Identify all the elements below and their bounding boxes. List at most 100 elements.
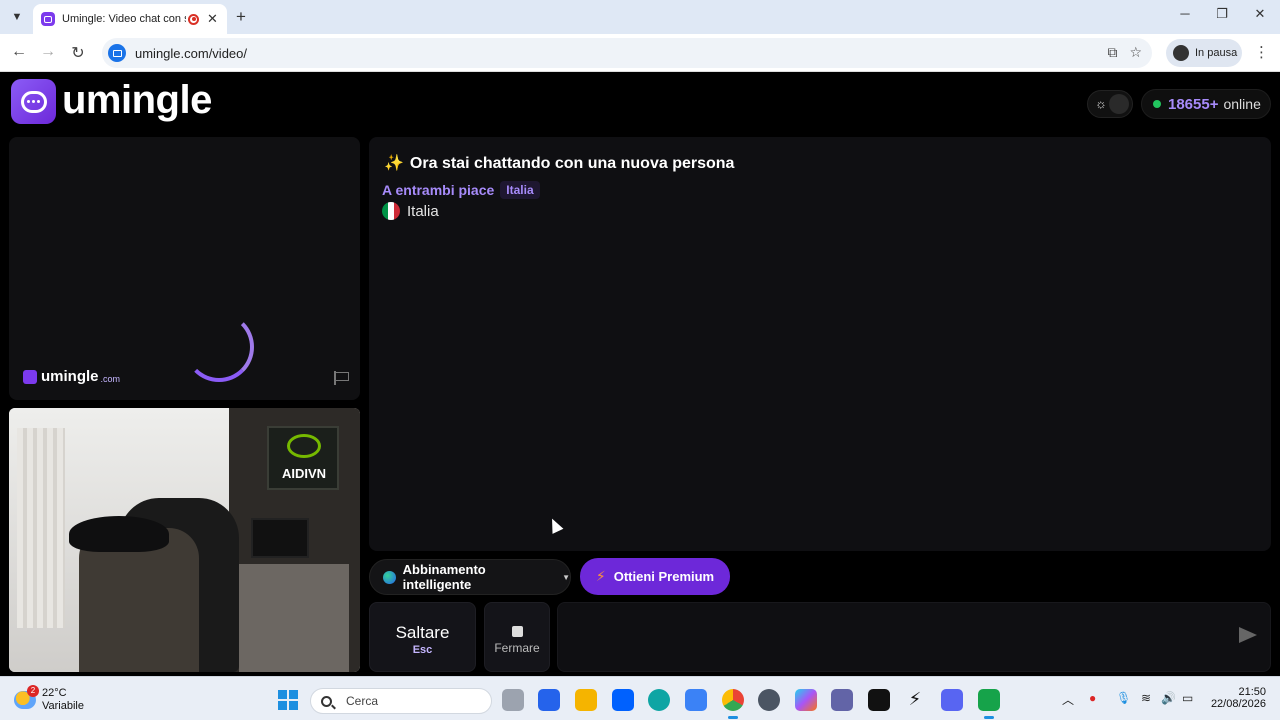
windows-taskbar: 2 22°C Variabile Cerca ⚡ ︿ ● 🎙 ≋ 🔊 ▭ 21:… xyxy=(0,676,1280,720)
chat-status-text: Ora stai chattando con una nuova persona xyxy=(409,155,735,172)
video-wall-panel: AIDIVN xyxy=(229,408,360,672)
url-text: umingle.com/video/ xyxy=(135,45,247,61)
wifi-icon[interactable]: ≋ xyxy=(1141,691,1151,705)
toggle-knob xyxy=(1109,94,1129,114)
watermark-text: umingle xyxy=(41,368,99,385)
profile-avatar xyxy=(1173,45,1189,61)
weather-widget[interactable]: 2 22°C Variabile xyxy=(14,685,84,713)
matching-mode-dropdown[interactable]: Abbinamento intelligente ▼ xyxy=(369,559,571,595)
camera-in-use-icon[interactable] xyxy=(108,44,126,62)
browser-menu-icon[interactable]: ⋮ xyxy=(1254,43,1269,61)
forward-arrow-icon[interactable]: → xyxy=(38,43,58,61)
volume-icon[interactable]: 🔊 xyxy=(1161,691,1176,705)
discord-icon[interactable] xyxy=(941,689,963,711)
lightning-icon: ⚡ xyxy=(595,568,606,584)
search-icon xyxy=(321,695,332,707)
system-clock[interactable]: 21:50 22/08/2026 xyxy=(1206,686,1266,710)
edge-icon[interactable] xyxy=(648,689,670,711)
sun-icon: ☼ xyxy=(1095,96,1107,111)
theme-toggle[interactable]: ☼ xyxy=(1087,90,1133,118)
globe-icon xyxy=(383,570,396,584)
microphone-icon[interactable]: 🎙 xyxy=(1116,691,1131,705)
close-window-icon[interactable]: ✕ xyxy=(1250,6,1270,22)
copilot-icon[interactable] xyxy=(795,689,817,711)
wall-sign: AIDIVN xyxy=(267,426,339,490)
profile-button[interactable]: In pausa xyxy=(1166,39,1242,67)
stop-button[interactable]: Fermare xyxy=(484,602,550,672)
tray-overflow-chevron-icon[interactable]: ︿ xyxy=(1062,691,1074,708)
maximize-icon[interactable]: ❐ xyxy=(1212,6,1232,22)
sparkles-icon: ✨ xyxy=(384,155,404,172)
outlook-icon[interactable] xyxy=(538,689,560,711)
sign-text: AIDIVN xyxy=(281,466,327,481)
translate-icon[interactable]: ⧉ xyxy=(1107,44,1117,61)
weather-badge: 2 xyxy=(27,685,39,697)
microsoft-store-icon[interactable] xyxy=(685,689,707,711)
weather-condition: Variabile xyxy=(42,700,84,712)
reload-icon[interactable]: ↻ xyxy=(68,43,88,63)
video-person-cap xyxy=(69,516,169,552)
send-icon[interactable] xyxy=(1239,627,1257,643)
partner-country: Italia xyxy=(382,202,439,220)
minimize-icon[interactable]: ─ xyxy=(1175,6,1195,21)
teams-icon[interactable] xyxy=(831,689,853,711)
weather-temperature: 22°C xyxy=(42,687,67,699)
chat-status: ✨ Ora stai chattando con una nuova person… xyxy=(384,153,734,173)
address-bar[interactable]: umingle.com/video/ ⧉ ☆ xyxy=(102,38,1152,68)
chrome-icon[interactable] xyxy=(722,689,744,719)
browser-toolbar: ← → ↻ umingle.com/video/ ⧉ ☆ In pausa ⋮ xyxy=(0,34,1280,72)
online-status-dot xyxy=(1153,100,1161,108)
recording-indicator-icon xyxy=(188,13,199,25)
windows-start-icon[interactable] xyxy=(278,690,298,710)
file-explorer-icon[interactable] xyxy=(575,689,597,711)
skip-shortcut: Esc xyxy=(412,644,433,656)
profile-status: In pausa xyxy=(1195,47,1238,59)
tab-title: Umingle: Video chat con sconosciuti xyxy=(62,13,186,25)
skip-button[interactable]: Saltare Esc xyxy=(369,602,476,672)
taskbar-search[interactable]: Cerca xyxy=(310,688,492,714)
sign-logo-icon xyxy=(287,434,321,458)
caret-down-icon: ▼ xyxy=(562,572,570,582)
stop-icon xyxy=(511,626,523,637)
lightning-app-icon[interactable]: ⚡ xyxy=(904,689,926,711)
umingle-page: umingle ☼ 18655+ online umingle .com AID… xyxy=(0,72,1280,676)
security-tray-icon[interactable]: ● xyxy=(1089,691,1096,705)
remote-video: umingle .com xyxy=(9,137,360,400)
whatsapp-icon[interactable] xyxy=(978,689,1000,719)
browser-tab-active[interactable]: Umingle: Video chat con sconosciuti ✕ xyxy=(33,4,227,34)
battery-icon[interactable]: ▭ xyxy=(1182,691,1193,705)
stop-label: Fermare xyxy=(494,641,540,655)
tab-close-icon[interactable]: ✕ xyxy=(207,11,218,27)
clock-date: 22/08/2026 xyxy=(1210,698,1266,710)
watermark-logo-icon xyxy=(23,369,37,384)
new-tab-plus-icon[interactable]: + xyxy=(236,7,246,27)
shared-interest-tag: Italia xyxy=(500,181,540,199)
back-arrow-icon[interactable]: ← xyxy=(9,43,29,61)
matching-mode-label: Abbinamento intelligente xyxy=(402,562,486,592)
skip-label: Saltare xyxy=(395,623,450,642)
tab-search-chevron-icon[interactable]: ▼ xyxy=(6,6,28,28)
clock-time: 21:50 xyxy=(1238,686,1266,698)
obs-icon[interactable] xyxy=(758,689,780,711)
umingle-favicon xyxy=(41,12,55,26)
amazon-icon[interactable] xyxy=(868,689,890,711)
partner-country-name: Italia xyxy=(407,202,439,220)
site-logo-text[interactable]: umingle xyxy=(62,78,212,123)
task-view-icon[interactable] xyxy=(502,689,524,711)
loading-spinner xyxy=(184,312,254,382)
umingle-logo-icon[interactable] xyxy=(11,79,56,124)
report-flag-icon[interactable] xyxy=(333,371,349,385)
shared-interests: A entrambi piace Italia xyxy=(382,181,540,199)
online-count: 18655+ xyxy=(1168,95,1219,113)
bookmark-star-icon[interactable]: ☆ xyxy=(1129,44,1142,61)
online-counter: 18655+ online xyxy=(1141,89,1271,119)
premium-label: Ottieni Premium xyxy=(613,569,715,584)
browser-tab-bar: ▼ Umingle: Video chat con sconosciuti ✕ … xyxy=(0,0,1280,34)
weather-icon: 2 xyxy=(14,685,39,709)
get-premium-button[interactable]: ⚡ Ottieni Premium xyxy=(580,558,730,595)
dropbox-icon[interactable] xyxy=(612,689,634,711)
video-tv xyxy=(251,518,309,558)
video-watermark: umingle .com xyxy=(23,368,120,385)
message-input[interactable] xyxy=(557,602,1271,672)
chat-panel: ✨ Ora stai chattando con una nuova person… xyxy=(369,137,1271,551)
